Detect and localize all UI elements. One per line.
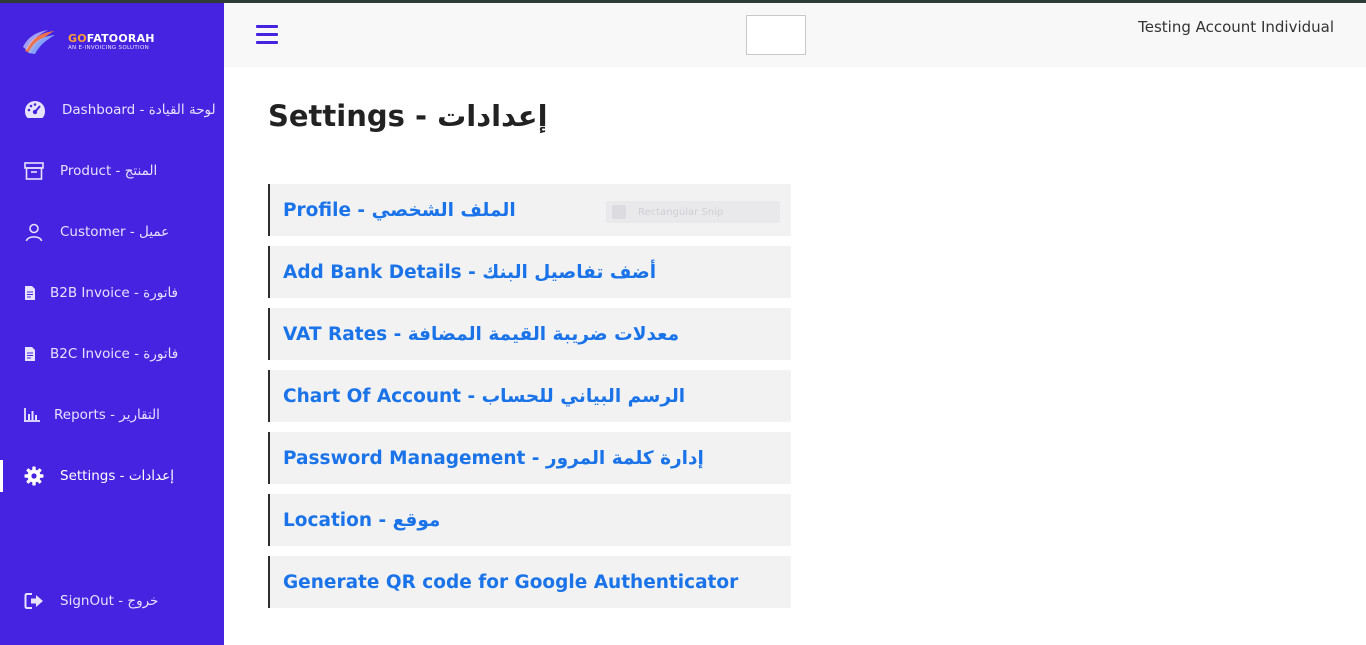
user-icon — [25, 223, 43, 242]
settings-link-chart-of-account[interactable]: Chart Of Account - الرسم البياني للحساب — [268, 370, 791, 422]
bar-chart-icon — [24, 408, 40, 422]
snip-overlay-ghost: Rectangular Snip — [606, 201, 780, 223]
header-empty-box[interactable] — [746, 15, 806, 55]
page-title: Settings - إعدادات — [268, 99, 548, 133]
settings-link-label: Password Management - إدارة كلمة المرور — [283, 447, 704, 469]
sidebar-item-label: B2C Invoice - فاتورة — [50, 346, 179, 362]
sidebar-item-customer[interactable]: Customer - عميل — [0, 212, 224, 252]
settings-link-vat-rates[interactable]: VAT Rates - معدلات ضريبة القيمة المضافة — [268, 308, 791, 360]
settings-link-google-authenticator-qr[interactable]: Generate QR code for Google Authenticato… — [268, 556, 791, 608]
settings-link-label: Location - موقع — [283, 509, 441, 531]
sidebar-item-label: Dashboard - لوحة القيادة — [62, 102, 216, 118]
settings-link-label: Add Bank Details - أضف تفاصيل البنك — [283, 261, 657, 283]
settings-link-label: Chart Of Account - الرسم البياني للحساب — [283, 385, 686, 407]
sidebar-item-b2b-invoice[interactable]: B2B Invoice - فاتورة — [0, 273, 224, 313]
sidebar-item-label: Customer - عميل — [60, 224, 170, 240]
sidebar-item-label: Settings - إعدادات — [60, 468, 174, 484]
account-name[interactable]: Testing Account Individual — [1138, 18, 1334, 36]
sidebar-item-label: Product - المنتج — [60, 163, 158, 179]
document-icon — [24, 285, 36, 301]
hamburger-menu-icon[interactable] — [256, 25, 278, 44]
snip-overlay-text: Rectangular Snip — [638, 206, 724, 218]
brand-tagline: AN E-INVOICING SOLUTION — [68, 44, 149, 51]
sidebar-item-dashboard[interactable]: Dashboard - لوحة القيادة — [0, 90, 224, 130]
brand-name: GOFATOORAH — [68, 31, 155, 45]
sidebar-item-label: B2B Invoice - فاتورة — [50, 285, 179, 301]
gear-icon — [24, 466, 44, 486]
snip-icon — [612, 205, 626, 219]
settings-link-bank-details[interactable]: Add Bank Details - أضف تفاصيل البنك — [268, 246, 791, 298]
sidebar-item-product[interactable]: Product - المنتج — [0, 151, 224, 191]
settings-link-location[interactable]: Location - موقع — [268, 494, 791, 546]
top-header: Testing Account Individual — [224, 3, 1366, 67]
sidebar-item-signout[interactable]: SignOut - خروج — [0, 581, 224, 621]
settings-link-label: Generate QR code for Google Authenticato… — [283, 571, 739, 593]
sidebar: GOFATOORAH AN E-INVOICING SOLUTION Dashb… — [0, 3, 224, 645]
sidebar-item-label: Reports - التقارير — [54, 407, 160, 423]
sidebar-item-label: SignOut - خروج — [60, 593, 159, 609]
sidebar-item-b2c-invoice[interactable]: B2C Invoice - فاتورة — [0, 334, 224, 374]
settings-link-label: VAT Rates - معدلات ضريبة القيمة المضافة — [283, 323, 680, 345]
sign-out-icon — [24, 592, 44, 610]
archive-box-icon — [24, 162, 44, 180]
sidebar-item-settings[interactable]: Settings - إعدادات — [0, 456, 224, 496]
dashboard-gauge-icon — [23, 99, 47, 121]
document-icon — [24, 346, 36, 362]
sidebar-item-reports[interactable]: Reports - التقارير — [0, 395, 224, 435]
brand-logo[interactable]: GOFATOORAH AN E-INVOICING SOLUTION — [22, 27, 155, 57]
settings-link-password-management[interactable]: Password Management - إدارة كلمة المرور — [268, 432, 791, 484]
gofatoorah-logo-icon — [23, 30, 55, 54]
settings-link-label: Profile - الملف الشخصي — [283, 199, 516, 221]
